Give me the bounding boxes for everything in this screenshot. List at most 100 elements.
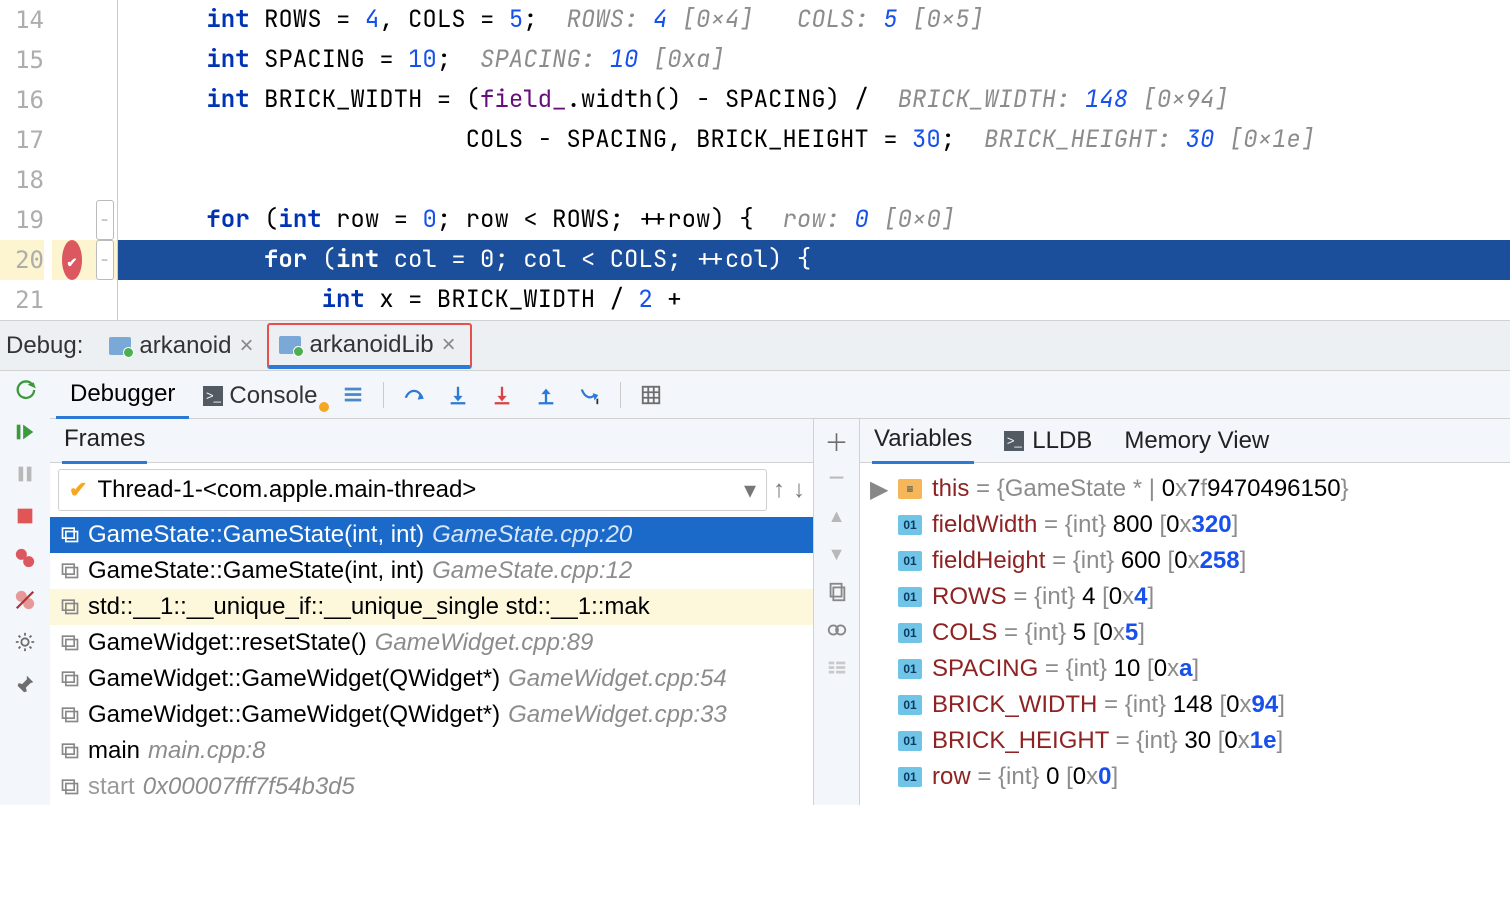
frame-location: GameState.cpp:12 <box>432 553 632 589</box>
watches-button[interactable] <box>820 613 854 647</box>
close-icon[interactable]: × <box>442 331 456 359</box>
var-value: = {int} 10 [0x <box>1038 655 1179 682</box>
type-badge: 01 <box>898 623 922 643</box>
config-tab-arkanoidLib[interactable]: arkanoidLib × <box>267 323 471 369</box>
var-name: BRICK_HEIGHT <box>932 727 1109 754</box>
copy-button[interactable] <box>820 575 854 609</box>
frame-signature: GameWidget::GameWidget(QWidget*) <box>88 661 500 697</box>
layout-button[interactable] <box>820 651 854 685</box>
tab-lldb[interactable]: >_ LLDB <box>1002 419 1094 463</box>
tab-frames[interactable]: Frames <box>62 417 147 464</box>
code-line[interactable]: int ROWS = 4, COLS = 5; ROWS: 4 [0x4] CO… <box>118 0 1510 40</box>
stack-frame[interactable]: std::__1::__unique_if::__unique_single s… <box>50 589 813 625</box>
stack-frame[interactable]: GameState::GameState(int, int) GameState… <box>50 517 813 553</box>
run-to-cursor-button[interactable] <box>572 377 608 413</box>
step-over-button[interactable] <box>396 377 432 413</box>
stack-frame[interactable]: GameWidget::GameWidget(QWidget*) GameWid… <box>50 697 813 733</box>
frame-location: GameWidget.cpp:54 <box>508 661 727 697</box>
fold-column: −− <box>92 0 118 320</box>
stack-frame[interactable]: main main.cpp:8 <box>50 733 813 769</box>
tab-console[interactable]: >_ Console <box>189 372 331 418</box>
code-lines[interactable]: int ROWS = 4, COLS = 5; ROWS: 4 [0x4] CO… <box>118 0 1510 320</box>
variables-pane: Variables >_ LLDB Memory View ▶ ≡ this = {… <box>860 419 1510 805</box>
frame-signature: start <box>88 769 135 805</box>
var-value: = {int} 5 [0x <box>997 619 1124 646</box>
force-step-into-button[interactable] <box>484 377 520 413</box>
pin-button[interactable] <box>8 667 42 701</box>
variable-row[interactable]: 01fieldHeight = {int} 600 [0x258] <box>870 543 1506 579</box>
frame-up-button[interactable]: ↑ <box>773 476 785 504</box>
frame-location: GameWidget.cpp:89 <box>375 625 594 661</box>
frame-signature: GameWidget::GameWidget(QWidget*) <box>88 697 500 733</box>
variable-row[interactable]: 01COLS = {int} 5 [0x5] <box>870 615 1506 651</box>
var-name: row <box>932 763 971 790</box>
type-badge: ≡ <box>898 479 922 499</box>
var-expander[interactable]: ▶ <box>870 475 888 504</box>
lldb-icon: >_ <box>1004 431 1024 451</box>
code-line[interactable]: COLS - SPACING, BRICK_HEIGHT = 30; BRICK… <box>118 120 1510 160</box>
add-watch-button[interactable]: ＋ <box>820 423 854 457</box>
resume-button[interactable] <box>8 415 42 449</box>
frame-location: GameState.cpp:20 <box>432 517 632 553</box>
var-value: = {int} 30 [0x <box>1109 727 1250 754</box>
tab-debugger[interactable]: Debugger <box>56 370 189 419</box>
close-icon[interactable]: × <box>239 332 253 360</box>
nav-up-button[interactable]: ▲ <box>820 499 854 533</box>
stack-frames-list[interactable]: GameState::GameState(int, int) GameState… <box>50 517 813 805</box>
variables-list[interactable]: ▶ ≡ this = {GameState * | 0x7f9470496150} 0… <box>860 463 1510 803</box>
stack-frame[interactable]: GameWidget::GameWidget(QWidget*) GameWid… <box>50 661 813 697</box>
pause-button[interactable] <box>8 457 42 491</box>
type-badge: 01 <box>898 767 922 787</box>
variable-row[interactable]: 01SPACING = {int} 10 [0xa] <box>870 651 1506 687</box>
type-badge: 01 <box>898 587 922 607</box>
code-line[interactable] <box>118 160 1510 200</box>
mute-breakpoints-button[interactable] <box>8 583 42 617</box>
stop-button[interactable] <box>8 499 42 533</box>
variable-row[interactable]: 01BRICK_HEIGHT = {int} 30 [0x1e] <box>870 723 1506 759</box>
variable-row[interactable]: 01fieldWidth = {int} 800 [0x320] <box>870 507 1506 543</box>
app-icon <box>279 336 301 354</box>
stack-frame[interactable]: start 0x00007fff7f54b3d5 <box>50 769 813 805</box>
var-name: this <box>932 475 969 502</box>
var-value: = {int} 600 [0x <box>1045 547 1199 574</box>
threads-view-icon[interactable] <box>335 377 371 413</box>
var-name: BRICK_WIDTH <box>932 691 1097 718</box>
code-line[interactable]: int BRICK_WIDTH = (field_.width() - SPAC… <box>118 80 1510 120</box>
breakpoint-icon[interactable] <box>62 240 82 280</box>
config-name: arkanoidLib <box>309 331 433 359</box>
debug-label: Debug: <box>0 332 95 360</box>
var-value: = {int} 148 [0x <box>1097 691 1251 718</box>
evaluate-expression-button[interactable] <box>633 377 669 413</box>
view-breakpoints-button[interactable] <box>8 541 42 575</box>
frame-down-button[interactable]: ↓ <box>793 476 805 504</box>
var-value: = {GameState * | 0x7f9470496150} <box>969 475 1348 502</box>
nav-down-button[interactable]: ▼ <box>820 537 854 571</box>
step-into-button[interactable] <box>440 377 476 413</box>
type-badge: 01 <box>898 551 922 571</box>
gutter-icons <box>52 0 92 320</box>
config-tab-arkanoid[interactable]: arkanoid× <box>99 326 267 366</box>
variable-row[interactable]: 01ROWS = {int} 4 [0x4] <box>870 579 1506 615</box>
var-name: fieldWidth <box>932 511 1037 538</box>
variable-row[interactable]: ▶ ≡ this = {GameState * | 0x7f9470496150} <box>870 471 1506 507</box>
stack-frame[interactable]: GameWidget::resetState() GameWidget.cpp:… <box>50 625 813 661</box>
code-line[interactable]: int x = BRICK_WIDTH / 2 + <box>118 280 1510 320</box>
step-out-button[interactable] <box>528 377 564 413</box>
fold-toggle[interactable]: − <box>96 240 114 280</box>
console-icon: >_ <box>203 386 223 406</box>
variable-row[interactable]: 01BRICK_WIDTH = {int} 148 [0x94] <box>870 687 1506 723</box>
rerun-button[interactable] <box>8 373 42 407</box>
thread-selector[interactable]: ✔ Thread-1-<com.apple.main-thread> ▾ <box>58 469 767 511</box>
remove-watch-button[interactable]: − <box>820 461 854 495</box>
tab-variables[interactable]: Variables <box>872 417 974 464</box>
frame-location: GameWidget.cpp:33 <box>508 697 727 733</box>
tab-memory-view[interactable]: Memory View <box>1122 419 1271 463</box>
stack-frame[interactable]: GameState::GameState(int, int) GameState… <box>50 553 813 589</box>
var-value: = {int} 800 [0x <box>1037 511 1191 538</box>
code-line[interactable]: int SPACING = 10; SPACING: 10 [0xa] <box>118 40 1510 80</box>
settings-button[interactable] <box>8 625 42 659</box>
variable-row[interactable]: 01row = {int} 0 [0x0] <box>870 759 1506 795</box>
code-line[interactable]: for (int row = 0; row < ROWS; ++row) { r… <box>118 200 1510 240</box>
fold-toggle[interactable]: − <box>96 200 114 240</box>
code-line[interactable]: for (int col = 0; col < COLS; ++col) { <box>118 240 1510 280</box>
